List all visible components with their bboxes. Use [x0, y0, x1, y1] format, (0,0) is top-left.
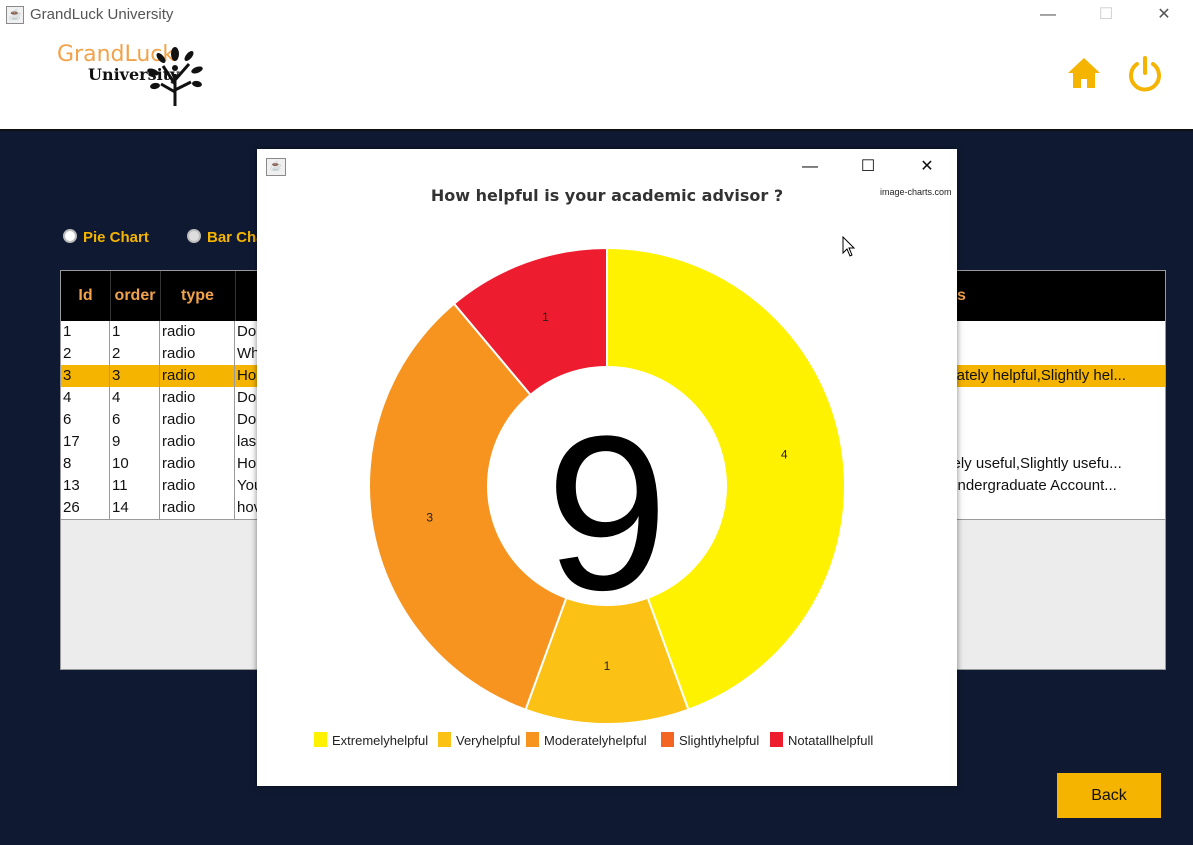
slice-value-label: 3: [426, 510, 433, 524]
legend-label: Moderatelyhelpful: [544, 733, 647, 748]
window-titlebar: ☕ GrandLuck University — ☐ ✕: [0, 0, 1193, 30]
cell-options: t: [935, 409, 1165, 431]
column-header-order[interactable]: order: [110, 271, 161, 321]
column-header-type[interactable]: type: [160, 271, 236, 321]
legend-label: Veryhelpful: [456, 733, 520, 748]
cell-id: 6: [61, 409, 110, 431]
java-app-icon: ☕: [6, 6, 24, 24]
bar-chart-radio[interactable]: Bar Cha: [187, 229, 265, 246]
legend-label: Extremelyhelpful: [332, 733, 428, 748]
legend-swatch: [661, 732, 674, 747]
cell-options: rately useful,Slightly usefu...: [935, 455, 1122, 472]
cell-order: 1: [110, 321, 160, 343]
cell-order: 6: [110, 409, 160, 431]
radio-indicator: [63, 229, 77, 243]
legend-swatch: [314, 732, 327, 747]
legend-swatch: [438, 732, 451, 747]
cell-id: 17: [61, 431, 110, 453]
center-total: 9: [546, 390, 668, 636]
cell-id: 8: [61, 453, 110, 475]
cell-type: radio: [160, 343, 235, 365]
cell-order: 4: [110, 387, 160, 409]
mouse-cursor-icon: [842, 236, 856, 257]
legend-label: Slightlyhelpful: [679, 733, 759, 748]
tree-logo-icon: [147, 47, 203, 106]
pie-chart-radio[interactable]: Pie Chart: [63, 229, 149, 246]
slice-value-label: 4: [781, 448, 788, 462]
cell-options: s,Undergraduate Account...: [935, 477, 1117, 494]
back-button[interactable]: Back: [1057, 773, 1161, 818]
cell-type: radio: [160, 321, 235, 343]
cell-options: [935, 431, 1165, 453]
radio-indicator: [187, 229, 201, 243]
maximize-button[interactable]: ☐: [1086, 2, 1126, 28]
cell-order: 9: [110, 431, 160, 453]
cell-type: radio: [160, 387, 235, 409]
cell-id: 26: [61, 497, 110, 519]
cell-order: 14: [110, 497, 160, 519]
cell-order: 2: [110, 343, 160, 365]
close-button[interactable]: ✕: [1144, 2, 1184, 28]
cell-type: radio: [160, 453, 235, 475]
cell-options: derately helpful,Slightly hel...: [935, 367, 1126, 384]
column-header-id[interactable]: Id: [61, 271, 111, 321]
cell-type: radio: [160, 475, 235, 497]
column-header-options[interactable]: s: [935, 271, 1165, 321]
cell-options: [935, 343, 1165, 365]
cell-id: 4: [61, 387, 110, 409]
slice-value-label: 1: [604, 659, 611, 673]
cell-options: [935, 387, 1165, 409]
cell-type: radio: [160, 431, 235, 453]
legend-swatch: [526, 732, 539, 747]
legend-label: Notatallhelpfull: [788, 733, 873, 748]
cell-order: 10: [110, 453, 160, 475]
home-icon[interactable]: [1066, 56, 1102, 90]
cell-type: radio: [160, 365, 235, 387]
cell-id: 1: [61, 321, 110, 343]
cell-type: radio: [160, 409, 235, 431]
legend-swatch: [770, 732, 783, 747]
minimize-button[interactable]: —: [1028, 2, 1068, 28]
cell-options: [935, 497, 1165, 519]
cell-type: radio: [160, 497, 235, 519]
pie-chart-label: Pie Chart: [83, 229, 149, 246]
window-title: GrandLuck University: [30, 6, 174, 23]
slice-value-label: 1: [542, 310, 549, 324]
power-icon[interactable]: [1126, 55, 1164, 93]
cell-id: 2: [61, 343, 110, 365]
cell-id: 13: [61, 475, 110, 497]
cell-id: 3: [61, 365, 110, 387]
cell-order: 3: [110, 365, 160, 387]
bar-chart-label: Bar Cha: [207, 229, 265, 246]
cell-options: [935, 321, 1165, 343]
cell-order: 11: [110, 475, 160, 497]
